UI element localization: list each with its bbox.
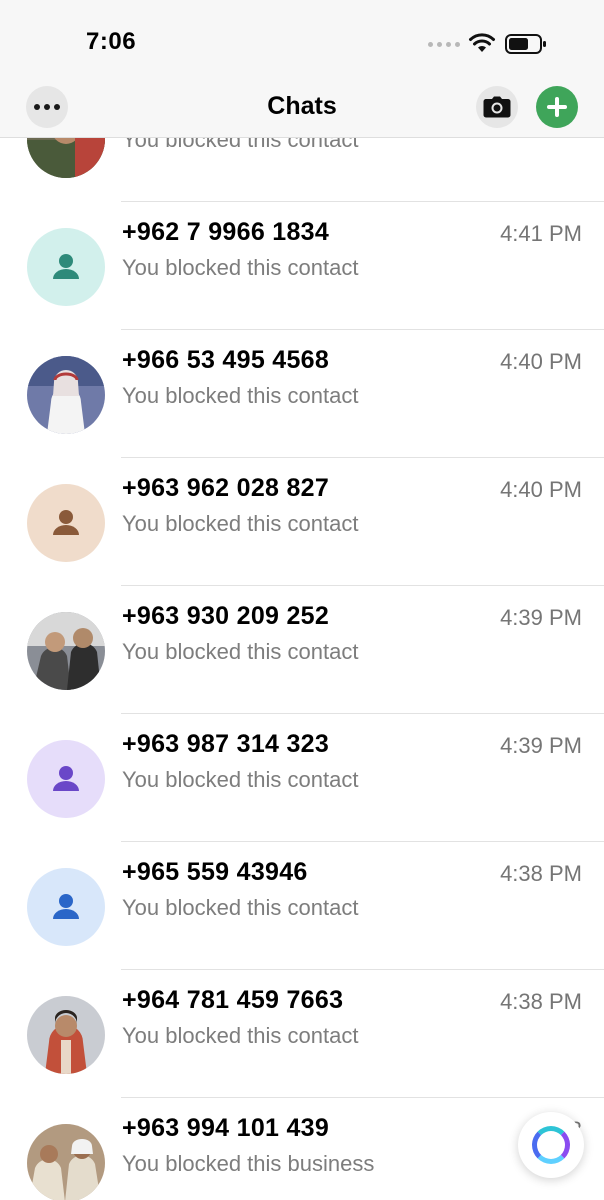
default-avatar-icon <box>27 740 105 818</box>
chat-preview: You blocked this contact <box>122 383 359 408</box>
chat-row[interactable]: +963 987 314 323 4:39 PM You blocked thi… <box>0 714 604 842</box>
chat-name: +963 962 028 827 <box>122 474 330 502</box>
chat-name: +965 559 43946 <box>122 858 308 886</box>
avatar <box>27 612 105 690</box>
chat-name: +964 781 459 7663 <box>122 986 344 1014</box>
chat-preview: You blocked this contact <box>122 895 359 920</box>
header: Chats <box>0 80 604 138</box>
default-avatar-icon <box>27 484 105 562</box>
chat-name: +963 930 209 252 <box>122 602 330 630</box>
chat-row[interactable]: +962 7 9966 1834 4:41 PM You blocked thi… <box>0 202 604 330</box>
camera-icon <box>483 96 511 118</box>
avatar <box>27 356 105 434</box>
chat-time: 4:38 PM <box>500 861 582 886</box>
meta-ai-icon <box>532 1126 570 1164</box>
chat-row[interactable]: +963 994 101 439 4:3 You blocked this bu… <box>0 1098 604 1200</box>
chat-name: +963 987 314 323 <box>122 730 330 758</box>
chat-name: +963 994 101 439 <box>122 1114 330 1142</box>
battery-icon <box>505 34 546 54</box>
avatar <box>27 138 105 178</box>
chat-preview: You blocked this contact <box>122 255 359 280</box>
chat-row[interactable]: +963 930 209 252 4:39 PM You blocked thi… <box>0 586 604 714</box>
chat-row[interactable]: +963 962 028 827 4:40 PM You blocked thi… <box>0 458 604 586</box>
chat-time: 4:41 PM <box>500 221 582 246</box>
chat-preview: You blocked this contact <box>122 1023 359 1048</box>
signal-icon <box>428 42 460 47</box>
avatar <box>27 996 105 1074</box>
chat-list[interactable]: You blocked this contact +962 7 9966 183… <box>0 138 604 1200</box>
chat-time: 4:38 PM <box>500 989 582 1014</box>
chat-preview: You blocked this business <box>122 1151 375 1176</box>
chat-preview: You blocked this contact <box>122 639 359 664</box>
chat-row[interactable]: +965 559 43946 4:38 PM You blocked this … <box>0 842 604 970</box>
chat-name: +966 53 495 4568 <box>122 346 330 374</box>
chat-time: 4:39 PM <box>500 605 582 630</box>
chat-time: 4:39 PM <box>500 733 582 758</box>
default-avatar-icon <box>27 228 105 306</box>
chat-preview: You blocked this contact <box>122 138 359 152</box>
chat-time: 4:40 PM <box>500 477 582 502</box>
chat-row[interactable]: +964 781 459 7663 4:38 PM You blocked th… <box>0 970 604 1098</box>
chat-time: 4:40 PM <box>500 349 582 374</box>
chat-row-partial[interactable]: You blocked this contact <box>0 138 604 202</box>
new-chat-button[interactable] <box>536 86 578 128</box>
status-bar: 7:06 <box>0 0 604 80</box>
chat-preview: You blocked this contact <box>122 767 359 792</box>
avatar <box>27 1124 105 1200</box>
chat-preview: You blocked this contact <box>122 511 359 536</box>
camera-button[interactable] <box>476 86 518 128</box>
status-time: 7:06 <box>86 28 137 55</box>
meta-ai-button[interactable] <box>518 1112 584 1178</box>
chat-name: +962 7 9966 1834 <box>122 218 330 246</box>
wifi-icon <box>469 33 495 52</box>
default-avatar-icon <box>27 868 105 946</box>
chat-row[interactable]: +966 53 495 4568 4:40 PM You blocked thi… <box>0 330 604 458</box>
plus-icon <box>547 97 567 117</box>
